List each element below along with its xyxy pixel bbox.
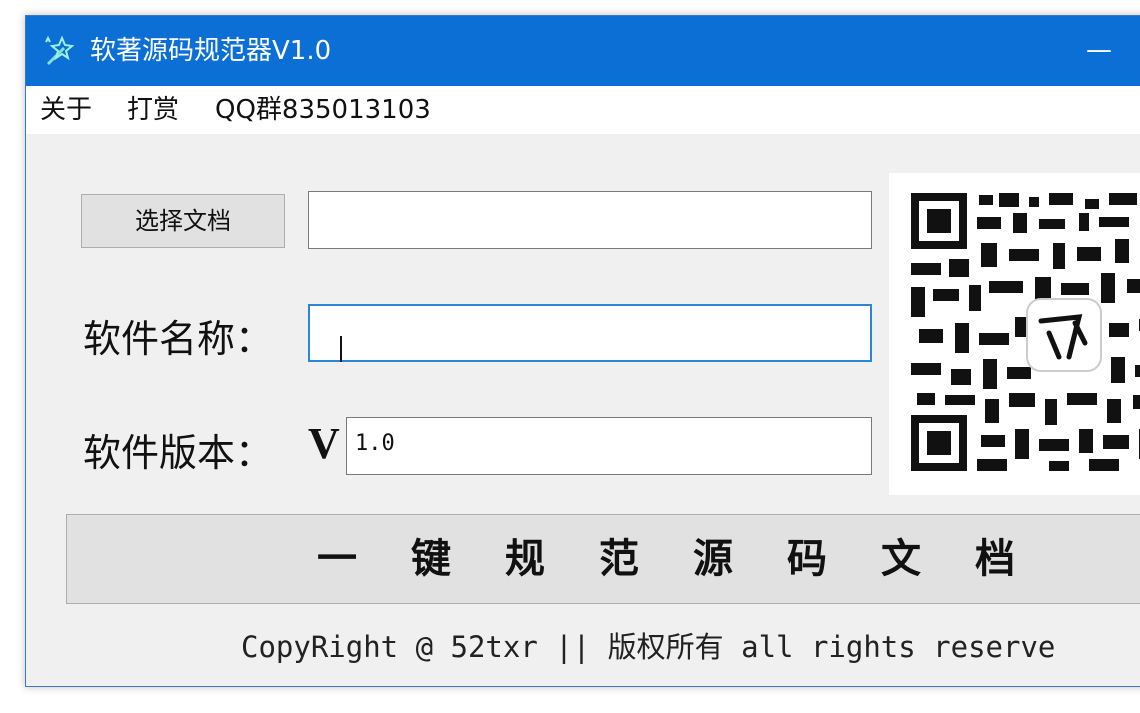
window-title: 软著源码规范器V1.0: [90, 36, 332, 66]
sparkle-wand-icon: [45, 35, 75, 66]
version-prefix: V: [308, 419, 340, 468]
menu-item-donate[interactable]: 打赏: [127, 94, 179, 126]
menu-item-qq-group[interactable]: QQ群835013103: [215, 94, 431, 126]
choose-document-button[interactable]: 选择文档: [81, 194, 285, 248]
format-source-button[interactable]: 一键规范源码文档: [66, 514, 1140, 604]
app-window: 软著源码规范器V1.0 — 关于 打赏 QQ群835013103 选择文档 软件…: [25, 15, 1140, 687]
title-bar[interactable]: 软著源码规范器V1.0 —: [26, 16, 1140, 86]
minimize-button[interactable]: —: [1076, 30, 1122, 70]
text-cursor: [340, 336, 342, 362]
software-name-input[interactable]: [308, 304, 872, 362]
software-name-label: 软件名称：: [83, 317, 274, 361]
document-path-field[interactable]: [308, 191, 872, 249]
copyright-text: CopyRight @ 52txr || 版权所有 all rights res…: [241, 630, 1056, 664]
software-version-input[interactable]: 1.0: [346, 417, 872, 475]
menu-bar: 关于 打赏 QQ群835013103: [26, 86, 1140, 134]
menu-item-about[interactable]: 关于: [40, 94, 92, 126]
qr-code-image: [889, 173, 1140, 495]
software-version-label: 软件版本：: [83, 431, 274, 475]
